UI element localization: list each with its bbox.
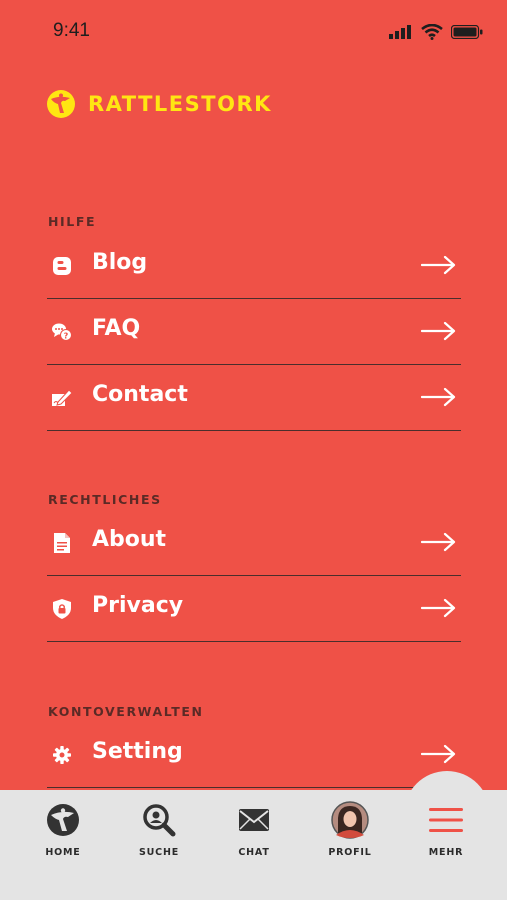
wifi-icon — [421, 24, 443, 40]
tab-profil[interactable]: PROFIL — [310, 800, 390, 870]
menu-item-label: FAQ — [92, 316, 141, 341]
arrow-right-icon — [420, 532, 457, 557]
contact-icon — [51, 387, 73, 409]
tab-home[interactable]: HOME — [23, 800, 103, 870]
menu-item-contact[interactable]: Contact — [47, 365, 461, 431]
arrow-right-icon — [420, 255, 457, 280]
menu-item-label: Blog — [92, 250, 148, 275]
menu-item-label: Privacy — [92, 593, 184, 618]
arrow-right-icon — [420, 744, 457, 769]
menu-item-about[interactable]: About — [47, 510, 461, 576]
document-icon — [51, 532, 73, 554]
stork-logo-icon — [47, 90, 75, 118]
status-bar: 9:41 — [0, 0, 507, 60]
menu-item-faq[interactable]: ? FAQ — [47, 299, 461, 365]
menu-item-label: About — [92, 527, 167, 552]
search-icon — [119, 800, 199, 840]
avatar — [310, 800, 390, 840]
faq-icon: ? — [51, 321, 73, 343]
tab-mehr[interactable]: MEHR — [406, 800, 486, 870]
arrow-right-icon — [420, 321, 457, 346]
section-title-hilfe: HILFE — [48, 214, 97, 229]
hamburger-menu-icon — [406, 800, 486, 840]
gear-icon — [51, 744, 73, 766]
section-title-kontoverwalten: KONTOVERWALTEN — [48, 704, 204, 719]
svg-text:?: ? — [64, 332, 69, 341]
mail-icon — [214, 800, 294, 840]
section-title-rechtliches: RECHTLICHES — [48, 492, 162, 507]
stork-icon — [23, 800, 103, 840]
menu-item-setting[interactable]: Setting — [47, 722, 461, 788]
menu-item-label: Setting — [92, 739, 183, 764]
menu-item-blog[interactable]: Blog — [47, 233, 461, 299]
tab-label: SUCHE — [139, 847, 179, 858]
arrow-right-icon — [420, 387, 457, 412]
tab-label: CHAT — [238, 847, 270, 858]
tab-label: MEHR — [428, 847, 464, 858]
more-menu-screen: 9:41 RATTLESTORK HILFE Blog ? FAQ Contac… — [0, 0, 507, 900]
arrow-right-icon — [420, 598, 457, 623]
menu-item-label: Contact — [92, 382, 188, 407]
brand-name: RATTLESTORK — [88, 92, 272, 116]
brand-logo[interactable]: RATTLESTORK — [46, 89, 272, 119]
tab-label: HOME — [45, 847, 81, 858]
status-time: 9:41 — [53, 20, 90, 41]
shield-lock-icon — [51, 598, 73, 620]
tab-chat[interactable]: CHAT — [214, 800, 294, 870]
menu-item-privacy[interactable]: Privacy — [47, 576, 461, 642]
battery-icon — [451, 25, 483, 39]
status-icons — [389, 24, 483, 40]
tab-label: PROFIL — [328, 847, 372, 858]
signal-icon — [389, 25, 411, 39]
blog-icon — [51, 255, 73, 277]
tab-suche[interactable]: SUCHE — [119, 800, 199, 870]
